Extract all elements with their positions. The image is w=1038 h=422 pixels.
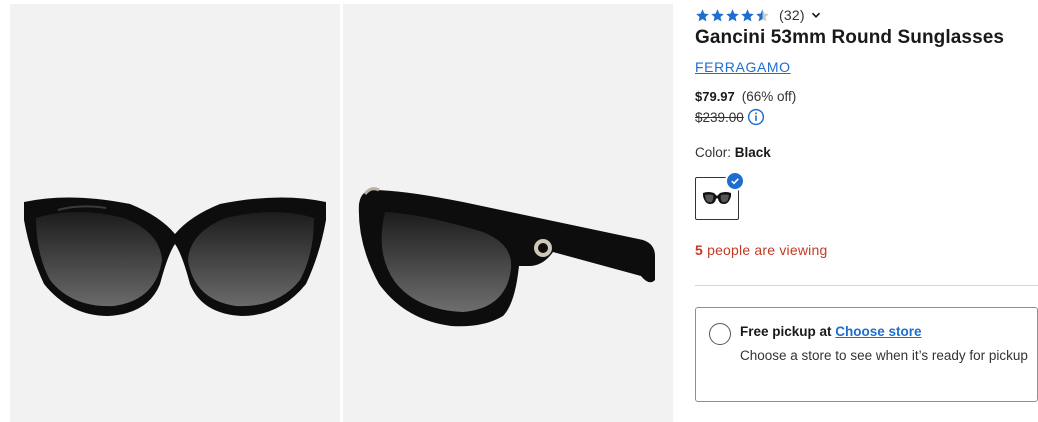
pickup-radio[interactable] [709, 323, 731, 345]
choose-store-link[interactable]: Choose store [835, 324, 921, 339]
pickup-option[interactable]: Free pickup at Choose store Choose a sto… [695, 307, 1038, 402]
original-price: $239.00 [695, 109, 744, 125]
star-full-icon [726, 8, 739, 21]
pickup-heading: Free pickup at Choose store [740, 324, 922, 339]
selected-check-icon [725, 171, 745, 191]
brand-link[interactable]: FERRAGAMO [695, 59, 791, 75]
color-swatch-black[interactable] [695, 171, 745, 220]
viewing-text: people are viewing [703, 242, 828, 258]
review-count[interactable]: (32) [779, 7, 805, 23]
star-full-icon [711, 8, 724, 21]
pickup-description: Choose a store to see when it’s ready fo… [740, 348, 1028, 363]
star-half-icon [756, 8, 769, 21]
viewing-count: 5 [695, 242, 703, 258]
price-row: $79.97 (66% off) [695, 89, 796, 104]
star-full-icon [696, 8, 709, 21]
product-title: Gancini 53mm Round Sunglasses [695, 27, 1005, 48]
product-gallery [10, 4, 673, 422]
star-full-icon [741, 8, 754, 21]
color-row: Color: Black [695, 145, 771, 160]
discount-percent: (66% off) [741, 89, 797, 104]
divider [695, 285, 1038, 286]
info-icon[interactable] [747, 108, 765, 126]
viewing-alert: 5 people are viewing [695, 242, 827, 258]
original-price-row: $239.00 [695, 108, 765, 126]
product-image-front[interactable] [10, 4, 340, 422]
rating-row[interactable]: (32) [695, 6, 821, 24]
sunglasses-side-image [358, 187, 655, 327]
product-image-side[interactable] [343, 4, 673, 422]
chevron-down-icon[interactable] [811, 10, 821, 20]
sale-price: $79.97 [695, 89, 735, 104]
color-value: Black [734, 145, 771, 160]
star-rating [695, 8, 770, 23]
sunglasses-swatch-image [703, 192, 731, 204]
pickup-head-text: Free pickup at [740, 324, 836, 339]
color-label: Color: [695, 145, 732, 160]
sunglasses-front-image [24, 197, 326, 316]
